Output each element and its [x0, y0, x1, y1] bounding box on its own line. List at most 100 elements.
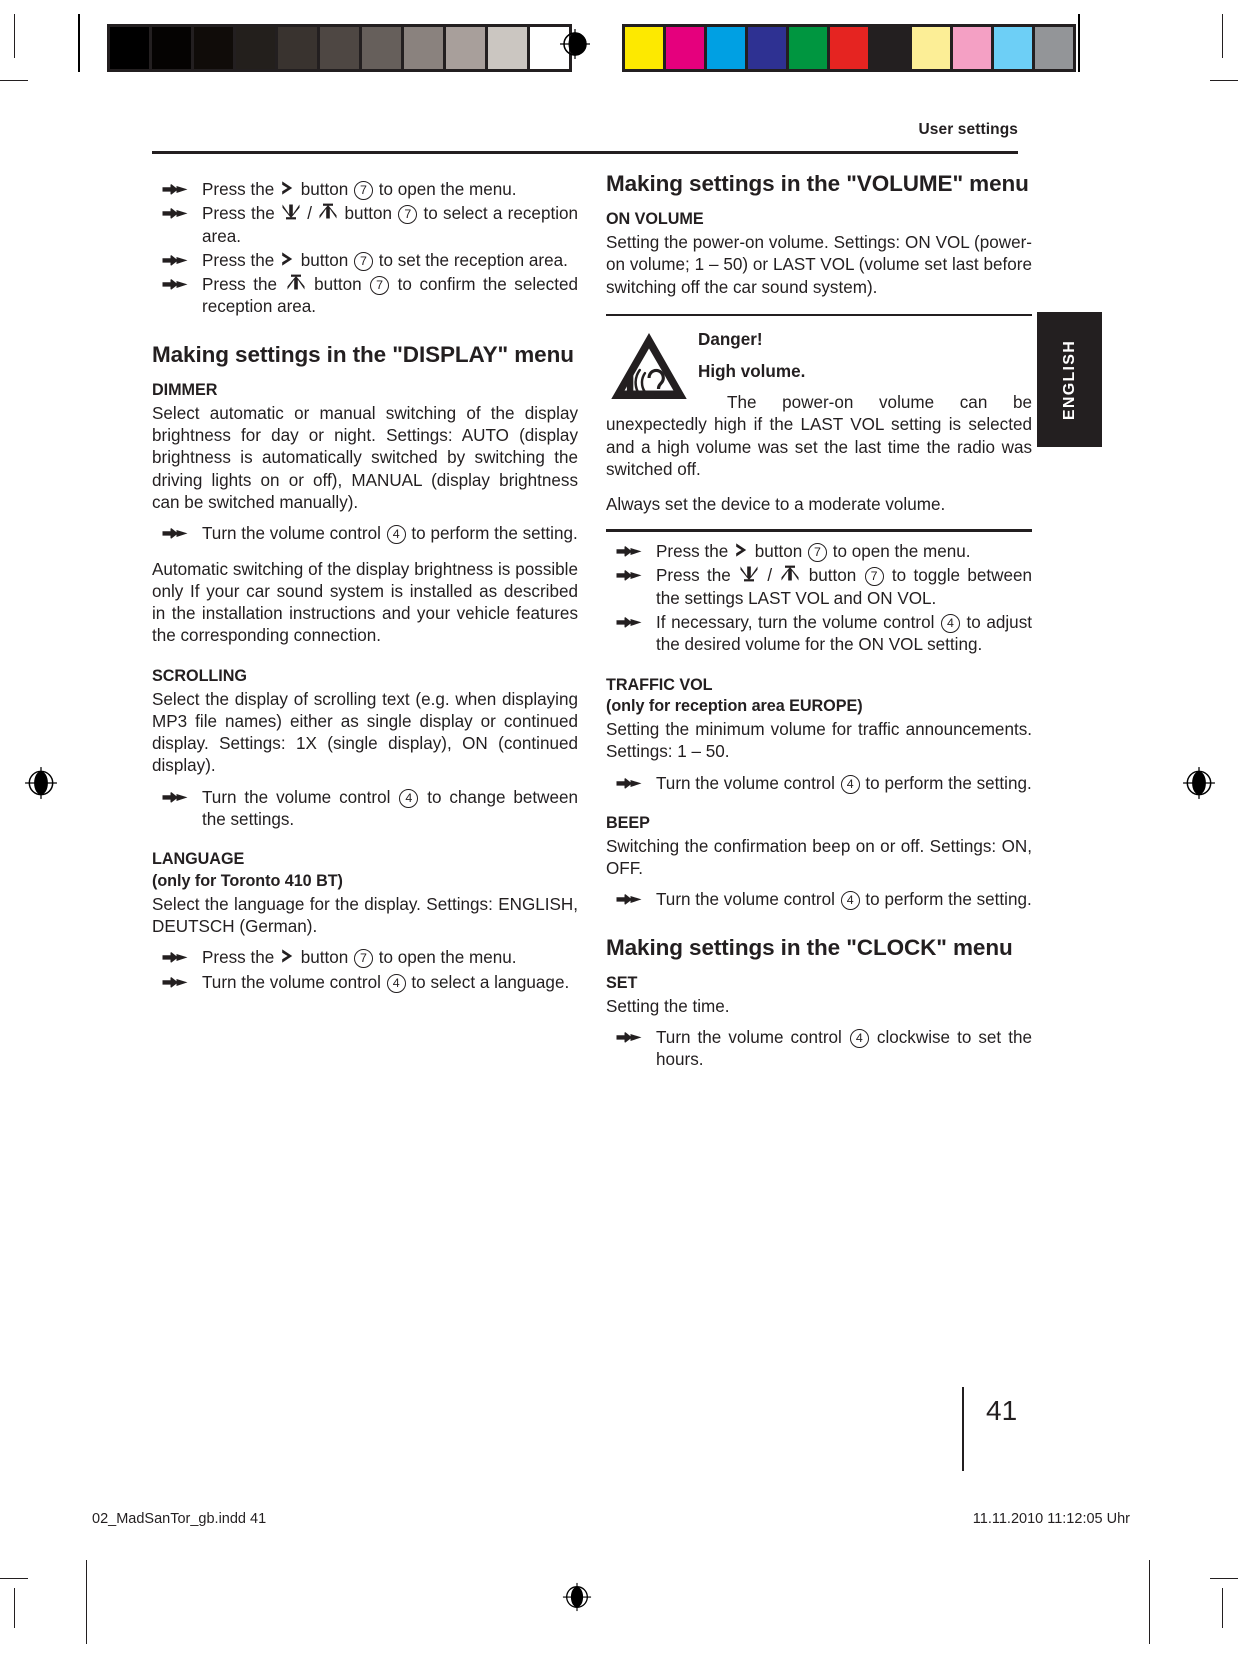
clock-section-title: Making settings in the "CLOCK" menu: [606, 934, 1013, 960]
pointing-hand-icon: [162, 976, 188, 991]
registration-target-icon-right: [1182, 766, 1216, 805]
language-subtitle: (only for Toronto 410 BT): [152, 872, 343, 891]
control-reference-4: 4: [840, 891, 860, 911]
high-volume-warning-icon: [610, 331, 688, 403]
volume-steps-list: Press the button 7 to open the menu. Pres…: [606, 541, 1032, 656]
danger-heading: Danger!: [698, 330, 763, 350]
control-reference-7: 7: [354, 251, 373, 271]
traffic-vol-steps-list: Turn the volume control 4 to perform the…: [606, 773, 1032, 795]
display-section-title: Making settings in the "DISPLAY" menu: [152, 341, 574, 367]
danger-bottom-divider: [606, 529, 1032, 533]
intro-steps-list: Press the button 7 to open the menu. Pres…: [152, 179, 578, 319]
control-reference-7: 7: [354, 181, 373, 200]
manual-page: User settings ENGLISH Press the button 7…: [0, 0, 1238, 1674]
danger-text-body: The power-on volume can be unexpectedly …: [606, 392, 1032, 479]
pointing-hand-icon: [162, 184, 188, 198]
set-body: Setting the time.: [606, 996, 730, 1016]
step-vol-open-menu: Press the button 7 to open the menu.: [606, 541, 1032, 563]
crop-mark-right-v: [1222, 1588, 1224, 1628]
language-tab: ENGLISH: [1037, 312, 1102, 447]
scrolling-body: Select the display of scrolling text (e.…: [152, 689, 578, 776]
control-reference-4: 4: [386, 973, 406, 993]
step-vol-adjust: If necessary, turn the volume control 4 …: [606, 612, 1032, 657]
danger-top-divider: [606, 313, 1032, 317]
pointing-hand-icon: [616, 777, 642, 792]
crop-mark-right: [1210, 1578, 1238, 1580]
header-divider: [152, 151, 1018, 154]
crop-mark-top-left-v: [14, 14, 16, 58]
page-number: 41: [986, 1395, 1018, 1426]
step-beep-setting: Turn the volume control 4 to perform the…: [606, 889, 1032, 911]
set-steps-list: Turn the volume control 4 clockwise to s…: [606, 1027, 1032, 1072]
right-column: Making settings in the "VOLUME" menu ON …: [606, 170, 1032, 1071]
arrow-up-bar-glyph: [780, 565, 800, 582]
registration-target-icon-footer: [562, 1582, 594, 1614]
page-header-title: User settings: [918, 121, 1018, 138]
pointing-hand-icon: [162, 208, 188, 222]
footer-rule-left: [86, 1560, 88, 1644]
traffic-vol-title: TRAFFIC VOL: [606, 675, 713, 694]
arrow-up-bar-glyph: [318, 203, 338, 220]
control-reference-7: 7: [354, 949, 373, 969]
step-select-reception-area: Press the / button 7 to select a recepti…: [152, 203, 578, 248]
pointing-hand-icon: [616, 1032, 642, 1046]
language-body: Select the language for the display. Set…: [152, 894, 578, 937]
pointing-hand-icon: [162, 791, 188, 806]
pointing-hand-icon: [162, 255, 188, 269]
dimmer-steps-list: Turn the volume control 4 to perform the…: [152, 523, 578, 545]
pointing-hand-icon: [162, 279, 188, 293]
beep-body: Switching the confirmation beep on or of…: [606, 836, 1032, 878]
dimmer-title: DIMMER: [152, 381, 218, 399]
danger-text: The power-on volume can be unexpectedly …: [606, 392, 1032, 481]
control-reference-7: 7: [864, 567, 884, 587]
arrow-right-glyph: [280, 948, 295, 964]
footer-file-name: 02_MadSanTor_gb.indd 41: [92, 1511, 267, 1527]
pointing-hand-icon: [616, 570, 642, 584]
traffic-vol-body: Setting the minimum volume for traffic a…: [606, 720, 1032, 762]
crop-mark-top-left: [0, 80, 28, 82]
arrow-right-glyph: [734, 542, 749, 558]
step-lang-select: Turn the volume control 4 to select a la…: [152, 972, 578, 994]
control-reference-4: 4: [840, 774, 860, 794]
dimmer-note: Automatic switching of the display brigh…: [152, 559, 578, 646]
arrow-right-glyph: [280, 180, 295, 196]
set-title: SET: [606, 973, 638, 992]
step-set-hours: Turn the volume control 4 clockwise to s…: [606, 1027, 1032, 1072]
control-reference-4: 4: [386, 525, 406, 545]
arrow-down-bar-glyph: [739, 565, 759, 582]
registration-target-icon-left: [24, 766, 58, 805]
pointing-hand-icon: [162, 952, 188, 966]
beep-steps-list: Turn the volume control 4 to perform the…: [606, 889, 1032, 911]
pointing-hand-icon: [616, 894, 642, 908]
control-reference-4: 4: [399, 788, 419, 808]
crop-mark-top-right-v: [1222, 14, 1224, 58]
step-set-reception-area: Press the button 7 to set the reception …: [152, 250, 578, 272]
pointing-hand-icon: [616, 617, 642, 631]
left-column: Press the button 7 to open the menu. Pres…: [152, 170, 578, 994]
step-vol-toggle: Press the / button 7 to toggle between t…: [606, 565, 1032, 610]
pointing-hand-icon: [162, 528, 188, 542]
traffic-vol-subtitle: (only for reception area EUROPE): [606, 697, 863, 716]
danger-subheading: High volume.: [698, 362, 806, 382]
control-reference-7: 7: [808, 543, 827, 563]
danger-footer: Always set the device to a moderate volu…: [606, 495, 946, 515]
beep-title: BEEP: [606, 813, 650, 832]
footer-rule-right: [1149, 1560, 1151, 1644]
pointing-hand-icon: [616, 546, 642, 560]
control-reference-7: 7: [370, 276, 390, 296]
step-open-menu: Press the button 7 to open the menu.: [152, 179, 578, 201]
step-scrolling-setting: Turn the volume control 4 to change betw…: [152, 787, 578, 832]
page-number-rule: [962, 1387, 965, 1471]
on-volume-title: ON VOLUME: [606, 210, 704, 229]
language-tab-label: ENGLISH: [1060, 339, 1078, 420]
language-steps-list: Press the button 7 to open the menu. Turn…: [152, 947, 578, 994]
control-reference-4: 4: [849, 1028, 869, 1048]
crop-mark-top-right: [1210, 80, 1238, 82]
crop-mark-left-v: [14, 1588, 16, 1628]
danger-callout: Danger! High volume. The power-on volume…: [606, 313, 1032, 533]
step-dimmer-setting: Turn the volume control 4 to perform the…: [152, 523, 578, 545]
step-traffic-vol-setting: Turn the volume control 4 to perform the…: [606, 773, 1032, 795]
language-title: LANGUAGE: [152, 850, 245, 869]
footer-timestamp: 11.11.2010 11:12:05 Uhr: [972, 1511, 1130, 1527]
dimmer-body: Select automatic or manual switching of …: [152, 403, 578, 512]
